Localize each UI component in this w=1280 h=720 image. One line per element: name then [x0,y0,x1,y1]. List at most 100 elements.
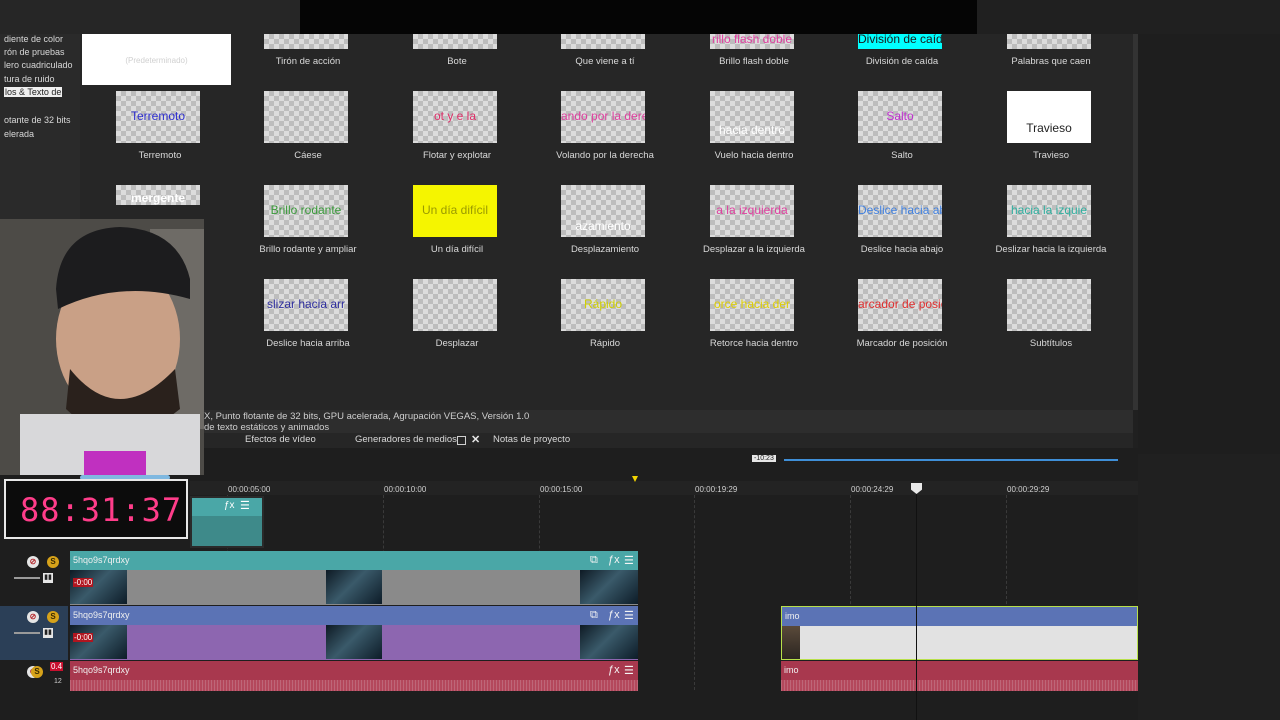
mute-icon[interactable]: ⊘ [27,611,39,623]
preset-thumbnail-text: rillo flash doble [711,34,793,46]
preset-caption: Desplazamiento [570,244,640,255]
preset-caption: Retorce hacia dentro [709,338,799,349]
preset-tile[interactable]: Terremoto Terremoto [90,91,230,163]
audio-clip[interactable]: 5hqo9s7qrdxy ƒx ☰ [70,661,638,691]
category-item[interactable]: tura de ruido [4,74,55,84]
preset-tile[interactable]: Travieso Travieso [981,91,1121,163]
zoom-label: -10:23 [752,455,776,462]
preset-tile[interactable]: orce hacia der Retorce hacia dentro [684,279,824,351]
preset-tile[interactable]: hacia dentro Vuelo hacia dentro [684,91,824,163]
audio-clip-imo[interactable]: imo [781,661,1138,691]
solo-icon[interactable]: S [31,666,43,678]
video-clip-imo[interactable]: imo [781,606,1138,660]
preset-caption: Subtítulos [1029,338,1073,349]
track-slider[interactable] [14,632,40,634]
preset-thumbnail [1007,34,1091,49]
preset-tile[interactable]: Cáese [238,91,378,163]
track-slider[interactable] [14,577,40,579]
crop-icon[interactable]: ⧉ [590,554,598,567]
preset-tile[interactable]: Brillo rodante Brillo rodante y ampliar [238,185,378,257]
timeline-ruler[interactable] [190,481,1138,495]
timecode-value: 88:31:37 [20,491,183,529]
ruler-label: 00:00:05:00 [228,485,271,494]
window-icon[interactable] [457,436,466,445]
mute-icon[interactable]: ⊘ [27,556,39,568]
grid-line [694,495,695,690]
default-preset[interactable]: (Predeterminado) [82,34,231,85]
tab-media-generators[interactable]: Generadores de medios [355,434,457,445]
fx-icon[interactable]: ƒx [224,500,235,511]
fx-icon[interactable]: ƒx [608,664,620,676]
menu-icon[interactable]: ☰ [624,609,634,622]
preset-thumbnail: orce hacia der [710,279,794,331]
category-item[interactable]: elerada [4,129,34,139]
close-icon[interactable]: ✕ [471,433,480,446]
fx-icon[interactable]: ƒx [608,609,620,621]
preset-thumbnail: Terremoto [116,91,200,143]
preset-tile[interactable]: Deslice hacia abajo Deslice hacia abajo [832,185,972,257]
preset-tile[interactable]: slizar hacia arr Deslice hacia arriba [238,279,378,351]
preset-tile[interactable]: Desplazar [387,279,527,351]
category-item[interactable]: otante de 32 bits [4,115,71,125]
preset-thumbnail [413,279,497,331]
preset-thumbnail-text: Terremoto [130,109,186,123]
video-clip-2[interactable]: 5hqo9s7qrdxy ⧉ ƒx ☰ -0:00 [70,606,638,660]
crop-icon[interactable]: ⧉ [590,609,598,622]
description-line2: de texto estáticos y animados [204,422,330,433]
category-item[interactable]: rón de pruebas [4,47,65,57]
fx-icon[interactable]: ƒx [608,554,620,566]
preset-thumbnail: mergente [116,185,200,205]
preset-thumbnail-text: a la izquierda [716,203,788,217]
expand-icon[interactable]: ▮▮ [43,573,53,583]
playhead[interactable] [916,483,917,720]
preset-thumbnail-text: Rápido [583,297,623,311]
preset-thumbnail-text: ot y e la [433,109,477,123]
preset-tile[interactable]: ot y e la Flotar y explotar [387,91,527,163]
category-item[interactable]: diente de color [4,34,63,44]
preset-tile[interactable]: a la izquierda Desplazar a la izquierda [684,185,824,257]
video-thumbnail-strip: ƒx ☰ [190,496,264,548]
fade-label: -0:00 [73,633,94,642]
preset-tile[interactable]: Subtítulos [981,279,1121,351]
expand-icon[interactable]: ▮▮ [43,628,53,638]
solo-icon[interactable]: S [47,556,59,568]
menu-icon[interactable]: ☰ [624,554,634,567]
clip-body [782,626,1137,659]
preset-caption: Deslice hacia abajo [860,244,944,255]
preset-caption: Deslizar hacia la izquierda [995,244,1107,255]
track-header-video-1[interactable]: ⊘ S ▮▮ [0,551,68,605]
preset-tile[interactable]: hacia la izquie Deslizar hacia la izquier… [981,185,1121,257]
top-black-bar [300,0,977,34]
webcam-overlay [0,219,204,475]
video-clip-1[interactable]: 5hqo9s7qrdxy ⧉ ƒx ☰ -0:00 [70,551,638,605]
preset-thumbnail-text: hacia la izquie [1010,203,1088,217]
preset-tile[interactable]: Un día difícil Un día difícil [387,185,527,257]
tab-project-notes[interactable]: Notas de proyecto [493,434,570,445]
menu-icon[interactable]: ☰ [624,664,634,677]
preset-caption: División de caída [865,56,939,67]
clip-name: 5hqo9s7qrdxy [73,555,130,565]
preset-thumbnail: Brillo rodante [264,185,348,237]
solo-icon[interactable]: S [47,611,59,623]
timeline-zoom-bar[interactable]: -10:23 [752,455,1122,465]
track-header-video-2[interactable]: ⊘ S ▮▮ [0,606,68,660]
ruler-label: 00:00:10:00 [384,485,427,494]
preset-tile[interactable]: ando por la dere Volando por la derecha [535,91,675,163]
category-item-selected[interactable]: los & Texto de [4,87,63,97]
preset-caption: Brillo flash doble [719,56,789,67]
preset-tile[interactable]: Rápido Rápido [535,279,675,351]
preset-tile[interactable]: azamiento Desplazamiento [535,185,675,257]
timecode-display: 88:31:37 [4,479,188,539]
audio-waveform [781,680,1138,691]
preset-thumbnail: ot y e la [413,91,497,143]
category-item[interactable]: lero cuadriculado [4,60,73,70]
tab-video-effects[interactable]: Efectos de vídeo [245,434,316,445]
preset-tile[interactable]: arcador de posic Marcador de posición [832,279,972,351]
preset-thumbnail: a la izquierda [710,185,794,237]
preset-tile[interactable]: Salto Salto [832,91,972,163]
clip-header [70,551,638,570]
preset-caption: Desplazar a la izquierda [703,244,805,255]
person-image [0,219,204,475]
preset-thumbnail [1007,279,1091,331]
menu-icon[interactable]: ☰ [240,499,250,512]
